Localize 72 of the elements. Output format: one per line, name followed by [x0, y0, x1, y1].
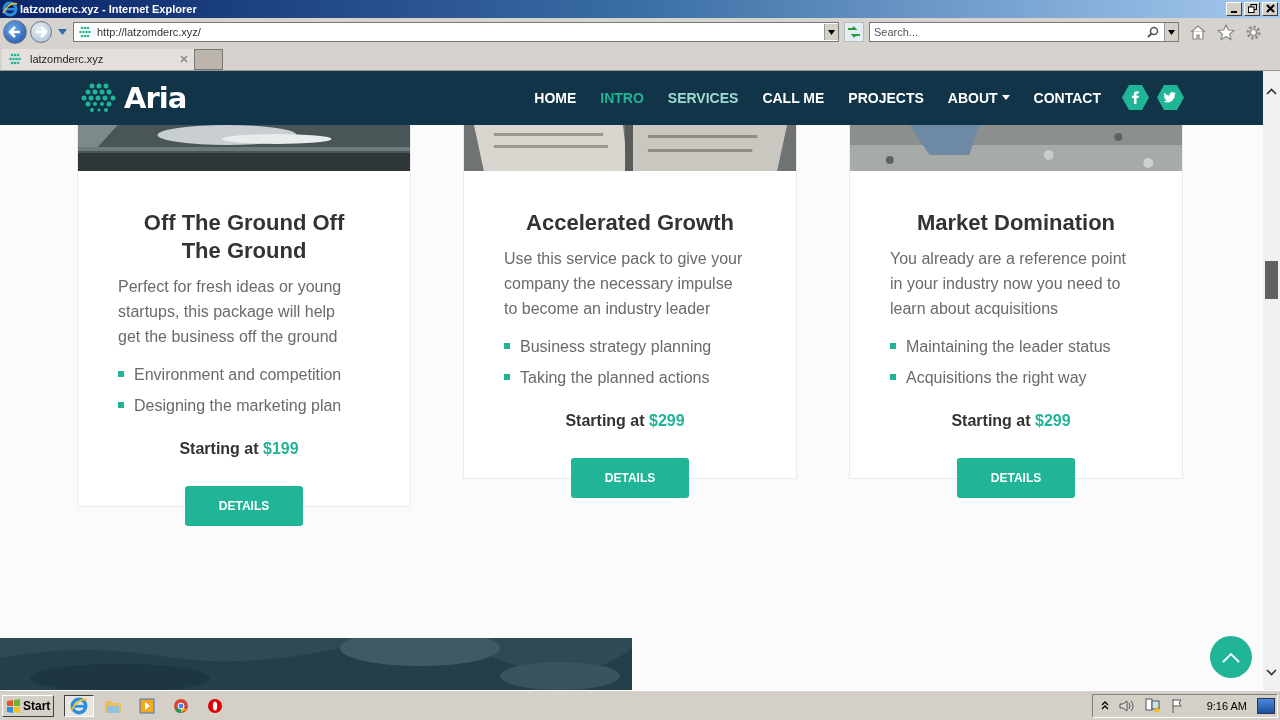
bullet-icon: [890, 343, 896, 350]
logo-text[interactable]: Aria: [124, 80, 187, 115]
favorites-star-icon[interactable]: [1217, 23, 1235, 41]
nav-link[interactable]: INTRO: [600, 89, 644, 106]
chevron-up-icon: [1222, 651, 1240, 663]
restore-button[interactable]: [1244, 2, 1260, 16]
bullet-icon: [890, 374, 896, 381]
card-title: Off The Ground Off The Ground: [142, 208, 346, 265]
price-text: Starting at $299: [564, 411, 686, 430]
search-dropdown-icon[interactable]: [1164, 23, 1178, 42]
start-button[interactable]: Start: [2, 694, 55, 717]
compatibility-button[interactable]: [844, 22, 864, 43]
nav-link[interactable]: PROJECTS: [848, 89, 924, 106]
nav-link[interactable]: CALL ME: [762, 89, 825, 106]
card-description: You already are a reference point in your industry now you need to learn about acquisitions: [890, 248, 1127, 319]
site-icon: [78, 26, 92, 39]
address-dropdown-icon[interactable]: [824, 24, 838, 41]
logo-dots-icon: [80, 82, 118, 113]
site-icon: [8, 53, 22, 66]
close-button[interactable]: [1262, 2, 1278, 16]
flag-icon[interactable]: [1170, 698, 1185, 713]
feature-text: Acquisitions the right way: [906, 367, 1087, 388]
card-title: Accelerated Growth: [525, 208, 735, 237]
show-desktop-button[interactable]: [1257, 697, 1275, 714]
show-hidden-icons-icon[interactable]: [1100, 701, 1109, 710]
home-icon[interactable]: [1189, 24, 1207, 41]
nav-link[interactable]: CONTACT: [1033, 89, 1101, 106]
scroll-down-icon[interactable]: [1266, 669, 1277, 677]
window-title: latzomderc.xyz - Internet Explorer: [20, 3, 198, 15]
search-icon[interactable]: [1147, 26, 1159, 39]
facebook-icon[interactable]: [1122, 85, 1149, 111]
bullet-icon: [504, 343, 510, 350]
forward-button[interactable]: [30, 21, 52, 44]
card-description: Use this service pack to give your company the necessary impulse to become an industry leader: [504, 248, 744, 319]
nav-link[interactable]: SERVICES: [667, 89, 739, 106]
network-warning-icon[interactable]: [1144, 698, 1161, 713]
feature-text: Taking the planned actions: [520, 367, 710, 388]
minimize-button[interactable]: [1226, 2, 1242, 16]
feature-text: Designing the marketing plan: [134, 395, 342, 416]
twitter-icon[interactable]: [1157, 85, 1184, 111]
nav-link[interactable]: HOME: [534, 89, 577, 106]
scrollbar[interactable]: [1263, 70, 1280, 691]
bullet-icon: [504, 374, 510, 381]
feature-text: Business strategy planning: [520, 336, 712, 357]
history-dropdown-icon[interactable]: [58, 29, 67, 36]
bullet-icon: [118, 371, 124, 378]
speaker-icon[interactable]: [1118, 698, 1135, 713]
address-field[interactable]: http://latzomderc.xyz/: [73, 22, 839, 43]
close-tab-icon[interactable]: [180, 55, 188, 64]
back-button[interactable]: [3, 20, 27, 45]
card-description: Perfect for fresh ideas or young startups, this package will help get the business off the ground: [118, 276, 343, 347]
bullet-icon: [118, 402, 124, 409]
scrollbar-thumb[interactable]: [1265, 260, 1278, 299]
new-tab-button[interactable]: [194, 48, 223, 70]
feature-text: Maintaining the leader status: [906, 336, 1111, 357]
scroll-up-icon[interactable]: [1266, 87, 1277, 95]
feature-text: Environment and competition: [134, 364, 342, 385]
settings-icon[interactable]: [1245, 23, 1262, 41]
clock[interactable]: 9:16 AM: [1206, 699, 1247, 712]
windows-logo-icon: [6, 698, 21, 713]
price-text: Starting at $199: [178, 439, 300, 458]
browser-tab[interactable]: latzomderc.xyz: [2, 48, 194, 70]
browser-logo-icon: [2, 1, 18, 17]
nav-link[interactable]: ABOUT: [947, 89, 1010, 106]
back-arrow-icon: [8, 25, 22, 40]
card-title: Market Domination: [916, 208, 1116, 237]
restore-icon: [1247, 4, 1257, 14]
forward-arrow-icon: [34, 25, 48, 40]
price-text: Starting at $299: [950, 411, 1072, 430]
search-field[interactable]: Search...: [869, 22, 1179, 43]
browser-taskbar-icon[interactable]: [64, 694, 95, 717]
close-icon: [1265, 4, 1275, 14]
